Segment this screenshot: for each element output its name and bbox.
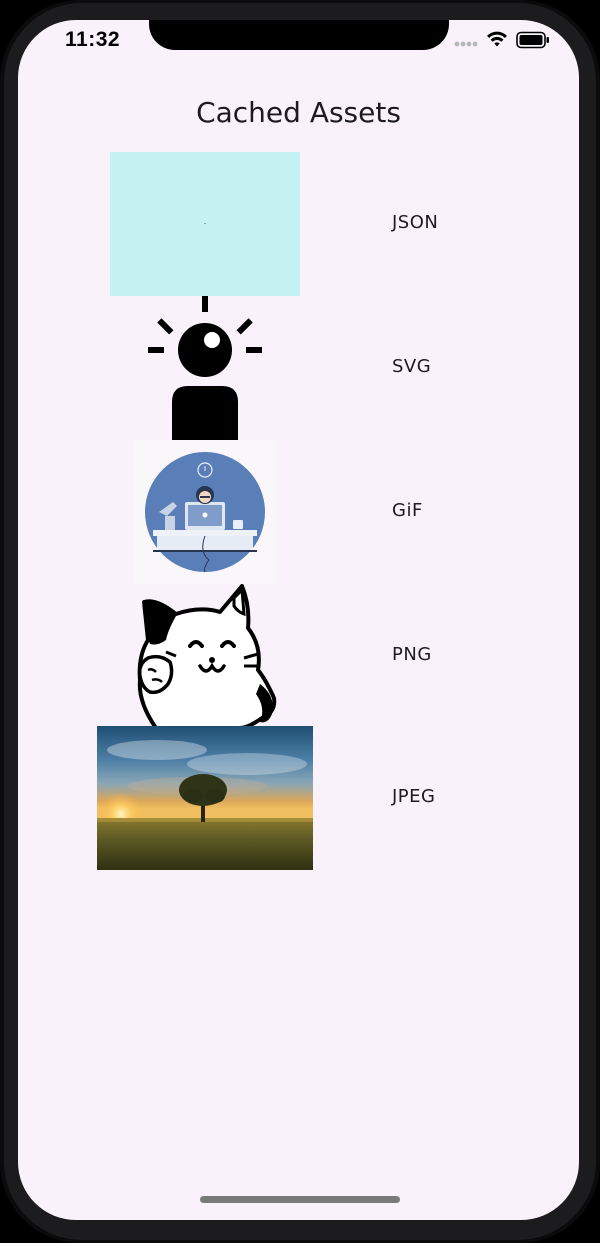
phone-device-frame: 11:32 Cached Assets JSON SVG GiF PNG JPE… (0, 0, 600, 1243)
status-time: 11:32 (65, 28, 121, 51)
tree-sunset-field-photo (97, 726, 313, 870)
asset-label-svg: SVG (392, 356, 432, 377)
asset-row-jpeg: JPEG (18, 726, 579, 870)
page-title: Cached Assets (196, 96, 401, 129)
wifi-icon (487, 31, 507, 47)
asset-label-gif: GiF (392, 500, 423, 521)
person-with-idea-bulb-icon (148, 296, 262, 440)
lottie-animation-placeholder (110, 152, 300, 296)
signal-icon (454, 41, 478, 47)
asset-row-gif: GiF (18, 440, 579, 584)
asset-label-png: PNG (392, 644, 432, 665)
waving-lucky-cat-drawing (137, 584, 277, 728)
battery-icon (516, 31, 549, 49)
developer-at-desk-illustration (133, 440, 277, 584)
asset-label-json: JSON (392, 212, 439, 233)
asset-row-png: PNG (18, 584, 579, 728)
asset-label-jpeg: JPEG (392, 786, 436, 807)
asset-row-svg: SVG (18, 296, 579, 440)
asset-row-json: JSON (18, 152, 579, 296)
app-screen: 11:32 Cached Assets JSON SVG GiF PNG JPE… (18, 20, 579, 1220)
device-notch (149, 20, 449, 50)
home-indicator[interactable] (200, 1196, 400, 1203)
